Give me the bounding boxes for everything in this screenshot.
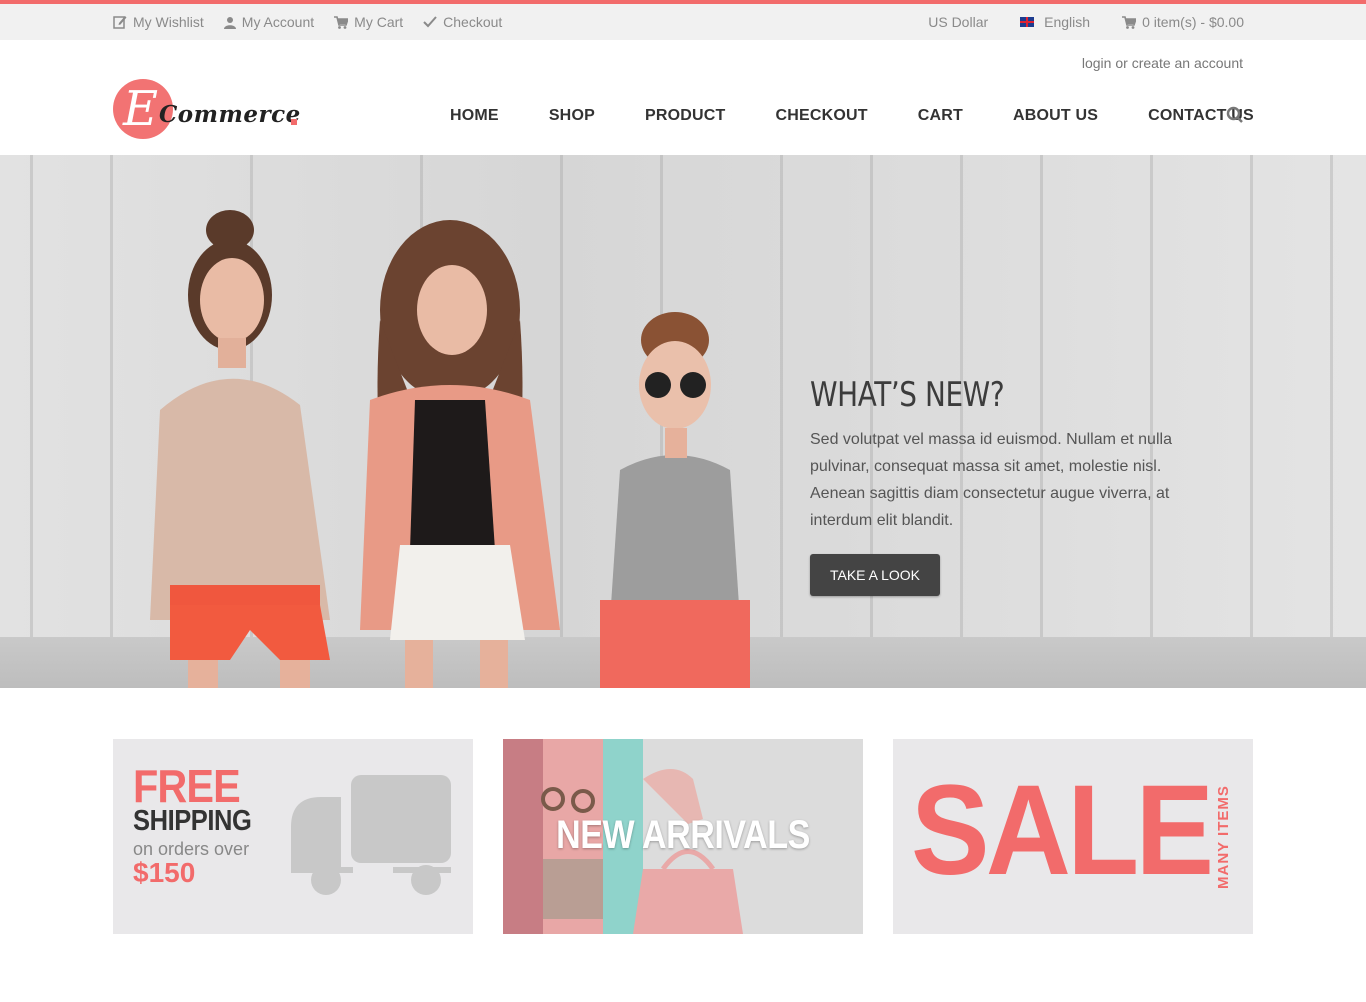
currency-selector[interactable]: US Dollar <box>928 14 988 30</box>
logo-dot <box>291 119 297 125</box>
nav-cart[interactable]: CART <box>918 107 963 125</box>
wishlist-link[interactable]: My Wishlist <box>113 14 204 30</box>
search-button[interactable] <box>1226 106 1244 129</box>
checkout-link[interactable]: Checkout <box>423 14 502 30</box>
logo-wordmark: Commerce <box>159 101 301 128</box>
hero-title: WHAT’S NEW? <box>810 375 1005 415</box>
checkout-label: Checkout <box>443 14 503 30</box>
utility-bar: My Wishlist My Account My Cart Checkout … <box>0 4 1366 40</box>
edit-icon <box>113 16 127 29</box>
take-a-look-button[interactable]: TAKE A LOOK <box>810 554 940 596</box>
cart-summary-label: 0 item(s) - $0.00 <box>1142 14 1244 30</box>
new-arrivals-label: NEW ARRIVALS <box>556 813 810 857</box>
logo-letter: E <box>123 81 159 137</box>
main-nav: HOME SHOP PRODUCT CHECKOUT CART ABOUT US… <box>450 107 1254 125</box>
wishlist-label: My Wishlist <box>133 14 204 30</box>
nav-home[interactable]: HOME <box>450 107 499 125</box>
auth-links: login or create an account <box>1082 55 1243 71</box>
language-label: English <box>1044 14 1091 30</box>
many-items-label: MANY ITEMS <box>1215 785 1232 889</box>
new-arrivals-banner[interactable]: NEW ARRIVALS <box>503 739 863 934</box>
user-icon <box>223 16 236 29</box>
search-icon <box>1226 106 1243 123</box>
nav-product[interactable]: PRODUCT <box>645 107 726 125</box>
currency-label: US Dollar <box>928 14 989 30</box>
sale-banner[interactable]: SALE MANY ITEMS <box>893 739 1253 934</box>
shipping-label: SHIPPING <box>133 805 252 837</box>
truck-icon <box>291 775 451 895</box>
cart-icon <box>334 15 349 29</box>
language-selector[interactable]: English <box>1020 14 1090 30</box>
threshold-price: $150 <box>133 857 196 888</box>
account-link[interactable]: My Account <box>223 14 315 30</box>
hero-description: Sed volutpat vel massa id euismod. Nulla… <box>810 431 1172 529</box>
cart-link[interactable]: My Cart <box>334 14 403 30</box>
uk-flag-icon <box>1020 17 1035 27</box>
cart-summary[interactable]: 0 item(s) - $0.00 <box>1122 14 1244 30</box>
create-account-link[interactable]: create an account <box>1132 55 1243 71</box>
cart-icon <box>1122 15 1137 29</box>
free-shipping-banner[interactable]: FREE SHIPPING on orders over $150 <box>113 739 473 934</box>
nav-shop[interactable]: SHOP <box>549 107 595 125</box>
nav-checkout[interactable]: CHECKOUT <box>775 107 867 125</box>
site-logo[interactable]: E Commerce <box>113 79 313 141</box>
cart-label: My Cart <box>354 14 404 30</box>
nav-about-us[interactable]: ABOUT US <box>1013 107 1098 125</box>
hero-banner: WHAT’S NEW? Sed volutpat vel massa id eu… <box>0 155 1366 688</box>
auth-separator: or <box>1115 55 1128 71</box>
site-header: login or create an account E Commerce HO… <box>0 40 1366 155</box>
sale-label: SALE <box>911 759 1214 902</box>
account-label: My Account <box>241 14 315 30</box>
checkmark-icon <box>423 16 437 28</box>
hero-models-image <box>150 210 750 688</box>
login-link[interactable]: login <box>1082 55 1112 71</box>
